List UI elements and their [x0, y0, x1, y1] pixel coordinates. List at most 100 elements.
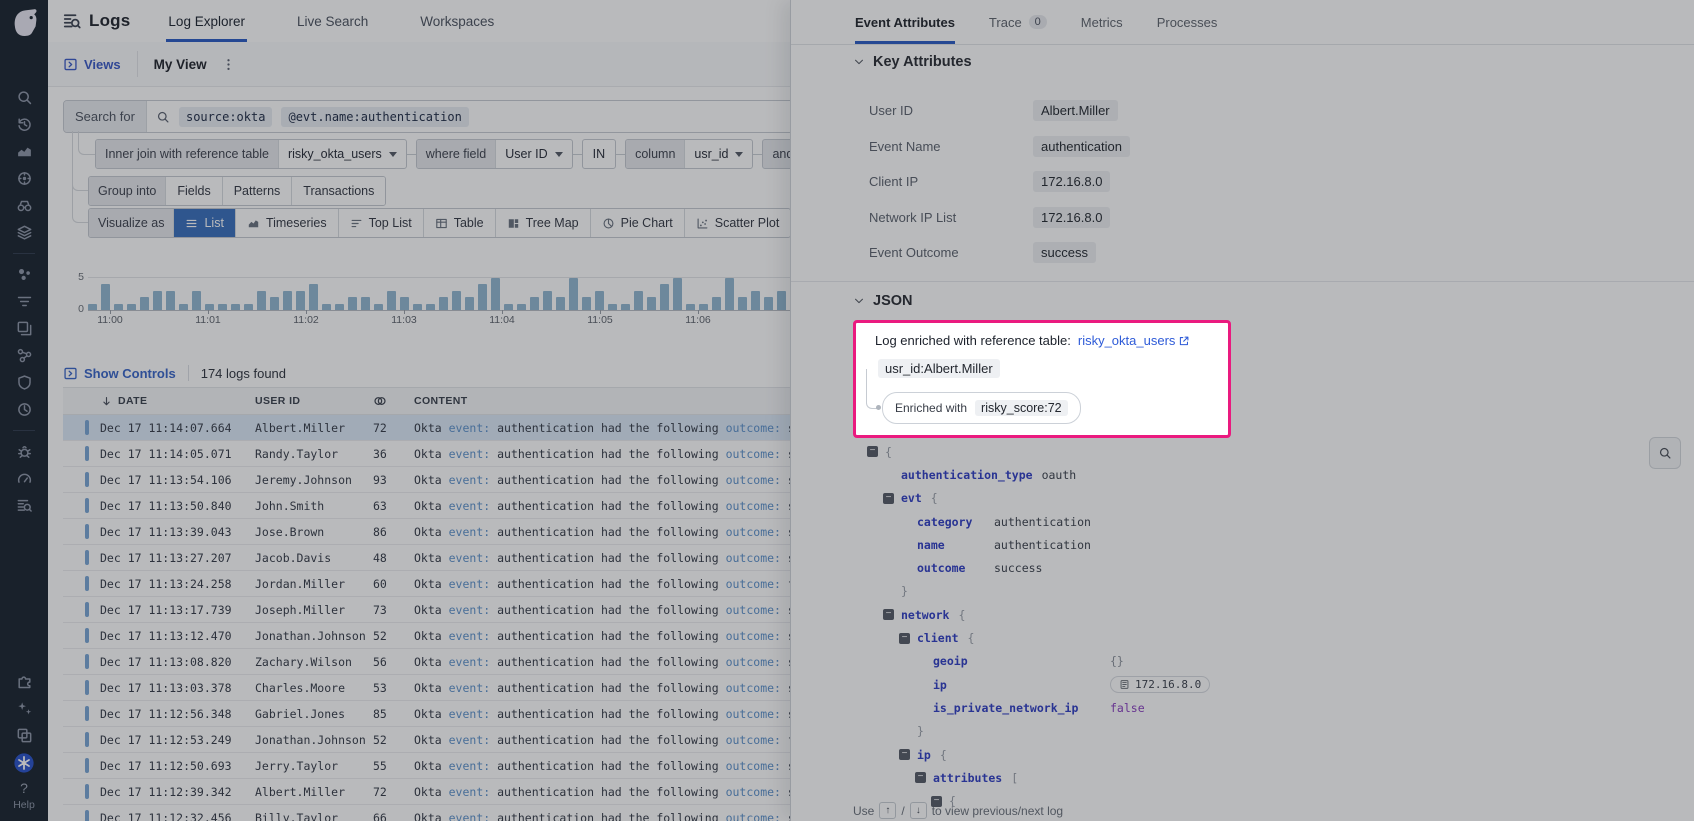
- json-key[interactable]: is_private_network_ip: [933, 701, 1101, 715]
- search-token[interactable]: @evt.name:authentication: [281, 107, 468, 127]
- key-attribute-row: User IDAlbert.Miller: [869, 93, 1130, 129]
- json-key[interactable]: outcome: [917, 561, 985, 575]
- infrastructure-icon[interactable]: [10, 219, 38, 246]
- attribute-value-chip[interactable]: 172.16.8.0: [1033, 207, 1110, 228]
- nav-tab-log-explorer[interactable]: Log Explorer: [166, 0, 247, 42]
- panel-tab-metrics[interactable]: Metrics: [1081, 0, 1123, 44]
- json-key[interactable]: name: [917, 538, 985, 552]
- group-option-fields[interactable]: Fields: [166, 177, 222, 205]
- current-view-name[interactable]: My View: [154, 57, 207, 72]
- rum-icon[interactable]: [10, 315, 38, 342]
- workspaces-icon[interactable]: [10, 722, 38, 749]
- where-field-dropdown[interactable]: User ID: [496, 140, 571, 168]
- risky-score-chip[interactable]: risky_score:72: [975, 400, 1068, 416]
- panel-tab-processes[interactable]: Processes: [1157, 0, 1218, 44]
- nav-tab-workspaces[interactable]: Workspaces: [418, 0, 496, 42]
- collapse-toggle-icon[interactable]: −: [883, 609, 894, 620]
- json-value[interactable]: authentication: [994, 515, 1091, 529]
- assistant-bot-icon[interactable]: [10, 749, 38, 776]
- attribute-value-chip[interactable]: Albert.Miller: [1033, 100, 1118, 121]
- log-user-id: Jerry.Taylor: [255, 759, 373, 773]
- date-column-header[interactable]: DATE: [100, 395, 255, 408]
- integrations-icon[interactable]: [10, 668, 38, 695]
- viz-option-top-list[interactable]: Top List: [339, 209, 424, 237]
- group-option-transactions[interactable]: Transactions: [292, 177, 385, 205]
- json-value[interactable]: success: [994, 561, 1042, 575]
- histogram-bar: [296, 291, 305, 310]
- join-source-chip[interactable]: usr_id:Albert.Miller: [878, 359, 1000, 378]
- viz-option-list[interactable]: List: [174, 209, 235, 237]
- column-group: column usr_id: [625, 139, 753, 169]
- performance-gauge-icon[interactable]: [10, 465, 38, 492]
- json-key[interactable]: client: [917, 631, 959, 645]
- attribute-value-chip[interactable]: success: [1033, 242, 1096, 263]
- json-key[interactable]: attributes: [933, 771, 1002, 785]
- error-tracking-icon[interactable]: [10, 438, 38, 465]
- product-home[interactable]: Logs: [62, 11, 130, 31]
- json-value[interactable]: oauth: [1042, 468, 1077, 482]
- attribute-value-chip[interactable]: 172.16.8.0: [1033, 171, 1110, 192]
- user-id-column-header[interactable]: USER ID: [255, 395, 373, 407]
- search-icon[interactable]: [10, 84, 38, 111]
- log-user-id: Jordan.Miller: [255, 577, 373, 591]
- viz-option-scatter-plot[interactable]: Scatter Plot: [685, 209, 791, 237]
- key-attributes-section-header[interactable]: Key Attributes: [853, 54, 972, 70]
- viz-option-table[interactable]: Table: [424, 209, 496, 237]
- json-section-header[interactable]: JSON: [853, 293, 913, 309]
- metrics-icon[interactable]: [10, 138, 38, 165]
- collapse-toggle-icon[interactable]: −: [883, 493, 894, 504]
- views-button[interactable]: Views: [63, 57, 121, 72]
- risky-score-value: 72: [373, 421, 414, 435]
- collapse-toggle-icon[interactable]: −: [867, 446, 878, 457]
- json-key[interactable]: authentication_type: [901, 468, 1033, 482]
- reference-table-link[interactable]: risky_okta_users: [1078, 333, 1191, 348]
- json-key[interactable]: evt: [901, 491, 922, 505]
- group-option-patterns[interactable]: Patterns: [223, 177, 293, 205]
- help-button[interactable]: ? Help: [13, 780, 35, 811]
- collapse-toggle-icon[interactable]: −: [915, 772, 926, 783]
- viz-option-tree-map[interactable]: Tree Map: [496, 209, 591, 237]
- viz-option-timeseries[interactable]: Timeseries: [236, 209, 339, 237]
- log-explorer-icon[interactable]: [10, 492, 38, 519]
- sort-desc-icon: [100, 395, 113, 408]
- panel-tab-trace[interactable]: Trace0: [989, 0, 1047, 44]
- column-dropdown[interactable]: usr_id: [685, 140, 752, 168]
- attribute-value-chip[interactable]: authentication: [1033, 136, 1130, 157]
- operator-box[interactable]: IN: [582, 139, 617, 169]
- json-key[interactable]: network: [901, 608, 949, 622]
- nav-tab-live-search[interactable]: Live Search: [295, 0, 370, 42]
- service-level-icon[interactable]: [10, 396, 38, 423]
- service-map-icon[interactable]: [10, 342, 38, 369]
- json-value[interactable]: {}: [1110, 654, 1124, 668]
- connector-line: [616, 154, 625, 155]
- log-volume-histogram[interactable]: [88, 277, 800, 311]
- ai-sparkles-icon[interactable]: [10, 695, 38, 722]
- json-value[interactable]: false: [1110, 701, 1145, 715]
- security-icon[interactable]: [10, 369, 38, 396]
- trace-count-badge: 0: [1029, 15, 1047, 29]
- collapse-toggle-icon[interactable]: −: [899, 749, 910, 760]
- json-search-button[interactable]: [1649, 437, 1681, 469]
- apm-icon[interactable]: [10, 261, 38, 288]
- json-key[interactable]: ip: [933, 678, 1101, 692]
- kebab-menu-icon[interactable]: [221, 57, 236, 72]
- log-pipelines-icon[interactable]: [10, 288, 38, 315]
- json-key[interactable]: ip: [917, 748, 931, 762]
- panel-tab-event-attributes[interactable]: Event Attributes: [855, 0, 955, 44]
- collapse-toggle-icon[interactable]: −: [899, 633, 910, 644]
- datadog-dog-logo[interactable]: [8, 6, 40, 38]
- joined-column-header[interactable]: [373, 394, 414, 408]
- panel-footer-hint: Use ↑ / ↓ to view previous/next log: [853, 802, 1063, 819]
- viz-option-pie-chart[interactable]: Pie Chart: [591, 209, 685, 237]
- histogram-bar: [101, 284, 110, 310]
- ip-value-chip[interactable]: 172.16.8.0: [1110, 676, 1210, 693]
- json-key[interactable]: category: [917, 515, 985, 529]
- synthetics-icon[interactable]: [10, 165, 38, 192]
- history-icon[interactable]: [10, 111, 38, 138]
- json-key[interactable]: geoip: [933, 654, 1101, 668]
- json-value[interactable]: authentication: [994, 538, 1091, 552]
- watchdog-icon[interactable]: [10, 192, 38, 219]
- reference-table-dropdown[interactable]: risky_okta_users: [279, 140, 406, 168]
- show-controls-button[interactable]: Show Controls: [63, 366, 176, 381]
- search-token[interactable]: source:okta: [179, 107, 272, 127]
